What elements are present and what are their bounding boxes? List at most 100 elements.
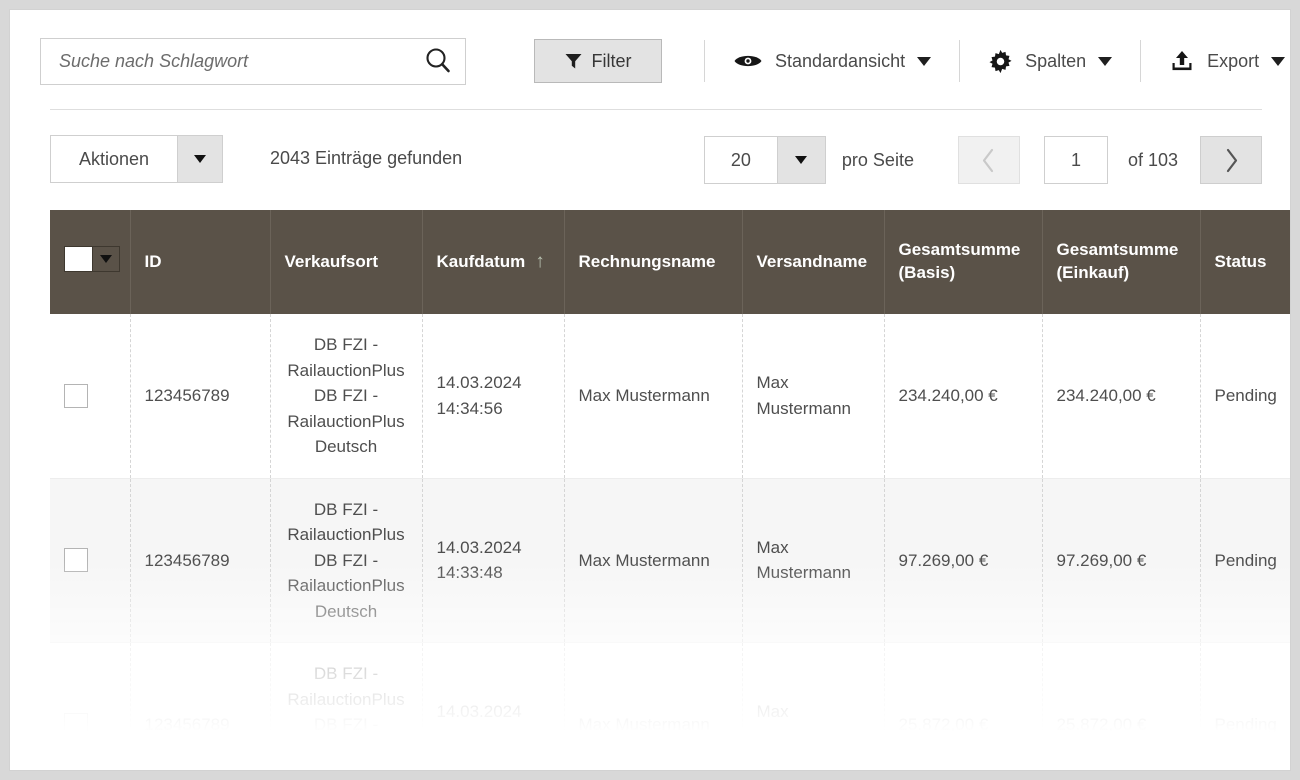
select-all-control[interactable]	[64, 246, 120, 272]
select-all-dropdown-toggle[interactable]	[93, 247, 119, 271]
column-label: Gesamtsumme (Basis)	[899, 240, 1021, 282]
toolbar-bottom-divider	[50, 109, 1262, 110]
cell-total-purchase: 25.872,00 €	[1042, 643, 1200, 772]
chevron-down-icon	[100, 255, 112, 263]
eye-icon	[733, 51, 763, 71]
column-header-total-purchase[interactable]: Gesamtsumme (Einkauf)	[1042, 210, 1200, 314]
row-select-cell[interactable]	[50, 478, 130, 643]
chevron-down-icon	[194, 155, 206, 163]
cell-total-base: 97.269,00 €	[884, 478, 1042, 643]
actions-dropdown-toggle[interactable]	[177, 136, 222, 182]
table-header: ID Verkaufsort Kaufdatum↑ Rechnungsname …	[50, 210, 1291, 314]
column-label: ID	[145, 252, 162, 271]
search-box[interactable]	[40, 38, 466, 85]
cell-id: 123456789	[130, 314, 270, 478]
next-page-button[interactable]	[1200, 136, 1262, 184]
cell-billing: Max Mustermann	[564, 643, 742, 772]
row-checkbox[interactable]	[64, 384, 88, 408]
orders-table: ID Verkaufsort Kaufdatum↑ Rechnungsname …	[50, 210, 1291, 771]
export-selector[interactable]: Export	[1155, 39, 1291, 83]
cell-venue: DB FZI - RailauctionPlus DB FZI - Railau…	[270, 478, 422, 643]
cell-total-purchase: 97.269,00 €	[1042, 478, 1200, 643]
records-found-label: 2043 Einträge gefunden	[270, 148, 462, 169]
gear-icon	[988, 49, 1013, 74]
select-all-checkbox[interactable]	[65, 247, 93, 271]
funnel-icon	[565, 53, 582, 69]
pagination-controls: 20 pro Seite 1 of 103	[704, 135, 1262, 185]
export-label: Export	[1207, 51, 1259, 72]
actions-button[interactable]: Aktionen	[50, 135, 223, 183]
per-page-dropdown-toggle[interactable]	[777, 137, 825, 183]
cell-total-base: 234.240,00 €	[884, 314, 1042, 478]
filter-button[interactable]: Filter	[534, 39, 662, 83]
cell-billing: Max Mustermann	[564, 478, 742, 643]
column-header-shipping[interactable]: Versandname	[742, 210, 884, 314]
per-page-select[interactable]: 20	[704, 136, 826, 184]
table-body: 123456789 DB FZI - RailauctionPlus DB FZ…	[50, 314, 1291, 771]
cell-total-base: 25.872,00 €	[884, 643, 1042, 772]
columns-label: Spalten	[1025, 51, 1086, 72]
sort-ascending-icon: ↑	[535, 251, 545, 272]
status-badge: Pending	[1200, 314, 1291, 478]
cell-venue: DB FZI - RailauctionPlus DB FZI - Railau…	[270, 314, 422, 478]
cell-date: 14.03.2024 14:26:58	[422, 643, 564, 772]
row-select-cell[interactable]	[50, 643, 130, 772]
chevron-down-icon[interactable]	[1271, 57, 1285, 66]
search-input[interactable]	[59, 51, 423, 72]
total-pages-label: of 103	[1128, 150, 1178, 171]
select-all-header[interactable]	[50, 210, 130, 314]
cell-billing: Max Mustermann	[564, 314, 742, 478]
row-select-cell[interactable]	[50, 314, 130, 478]
column-label: Kaufdatum	[437, 252, 526, 271]
column-label: Gesamtsumme (Einkauf)	[1057, 240, 1179, 282]
row-checkbox[interactable]	[64, 713, 88, 737]
toolbar-divider-3	[1140, 40, 1141, 82]
column-header-billing[interactable]: Rechnungsname	[564, 210, 742, 314]
view-selector[interactable]: Standardansicht	[719, 39, 945, 83]
table-row[interactable]: 123456789 DB FZI - RailauctionPlus DB FZ…	[50, 478, 1291, 643]
status-badge: Pending	[1200, 643, 1291, 772]
table-row[interactable]: 123456789 DB FZI - RailauctionPlus DB FZ…	[50, 643, 1291, 772]
column-label: Versandname	[757, 252, 868, 271]
chevron-down-icon[interactable]	[1098, 57, 1112, 66]
actions-row: Aktionen 2043 Einträge gefunden 20 pro S…	[50, 135, 1262, 185]
column-label: Rechnungsname	[579, 252, 716, 271]
chevron-right-icon	[1224, 148, 1239, 173]
columns-selector[interactable]: Spalten	[974, 39, 1126, 83]
current-page-input[interactable]: 1	[1044, 136, 1108, 184]
cell-shipping: Max Mustermann	[742, 478, 884, 643]
cell-shipping: Max Mustermann	[742, 314, 884, 478]
column-label: Verkaufsort	[285, 252, 379, 271]
column-header-venue[interactable]: Verkaufsort	[270, 210, 422, 314]
cell-id: 123456789	[130, 643, 270, 772]
toolbar-divider-1	[704, 40, 705, 82]
chevron-down-icon[interactable]	[917, 57, 931, 66]
per-page-value: 20	[705, 137, 777, 183]
column-header-status[interactable]: Status	[1200, 210, 1291, 314]
column-label: Status	[1215, 252, 1267, 271]
chevron-down-icon	[795, 156, 807, 164]
cell-total-purchase: 234.240,00 €	[1042, 314, 1200, 478]
actions-label: Aktionen	[51, 136, 177, 182]
cell-venue: DB FZI - RailauctionPlus DB FZI - Railau…	[270, 643, 422, 772]
cell-date: 14.03.2024 14:34:56	[422, 314, 564, 478]
chevron-left-icon	[981, 148, 996, 173]
per-page-label: pro Seite	[842, 150, 914, 171]
cell-shipping: Max Mustermann	[742, 643, 884, 772]
top-toolbar: Filter Standardansicht Spalten	[40, 33, 1262, 89]
column-header-total-base[interactable]: Gesamtsumme (Basis)	[884, 210, 1042, 314]
row-checkbox[interactable]	[64, 548, 88, 572]
data-grid: ID Verkaufsort Kaufdatum↑ Rechnungsname …	[50, 210, 1291, 771]
column-header-id[interactable]: ID	[130, 210, 270, 314]
cell-id: 123456789	[130, 478, 270, 643]
column-header-date[interactable]: Kaufdatum ↑	[422, 210, 564, 314]
cell-date: 14.03.2024 14:33:48	[422, 478, 564, 643]
toolbar-divider-2	[959, 40, 960, 82]
search-icon[interactable]	[423, 46, 453, 76]
filter-label: Filter	[592, 51, 632, 72]
upload-icon	[1169, 49, 1195, 73]
previous-page-button[interactable]	[958, 136, 1020, 184]
table-header-row: ID Verkaufsort Kaufdatum↑ Rechnungsname …	[50, 210, 1291, 314]
status-badge: Pending	[1200, 478, 1291, 643]
table-row[interactable]: 123456789 DB FZI - RailauctionPlus DB FZ…	[50, 314, 1291, 478]
